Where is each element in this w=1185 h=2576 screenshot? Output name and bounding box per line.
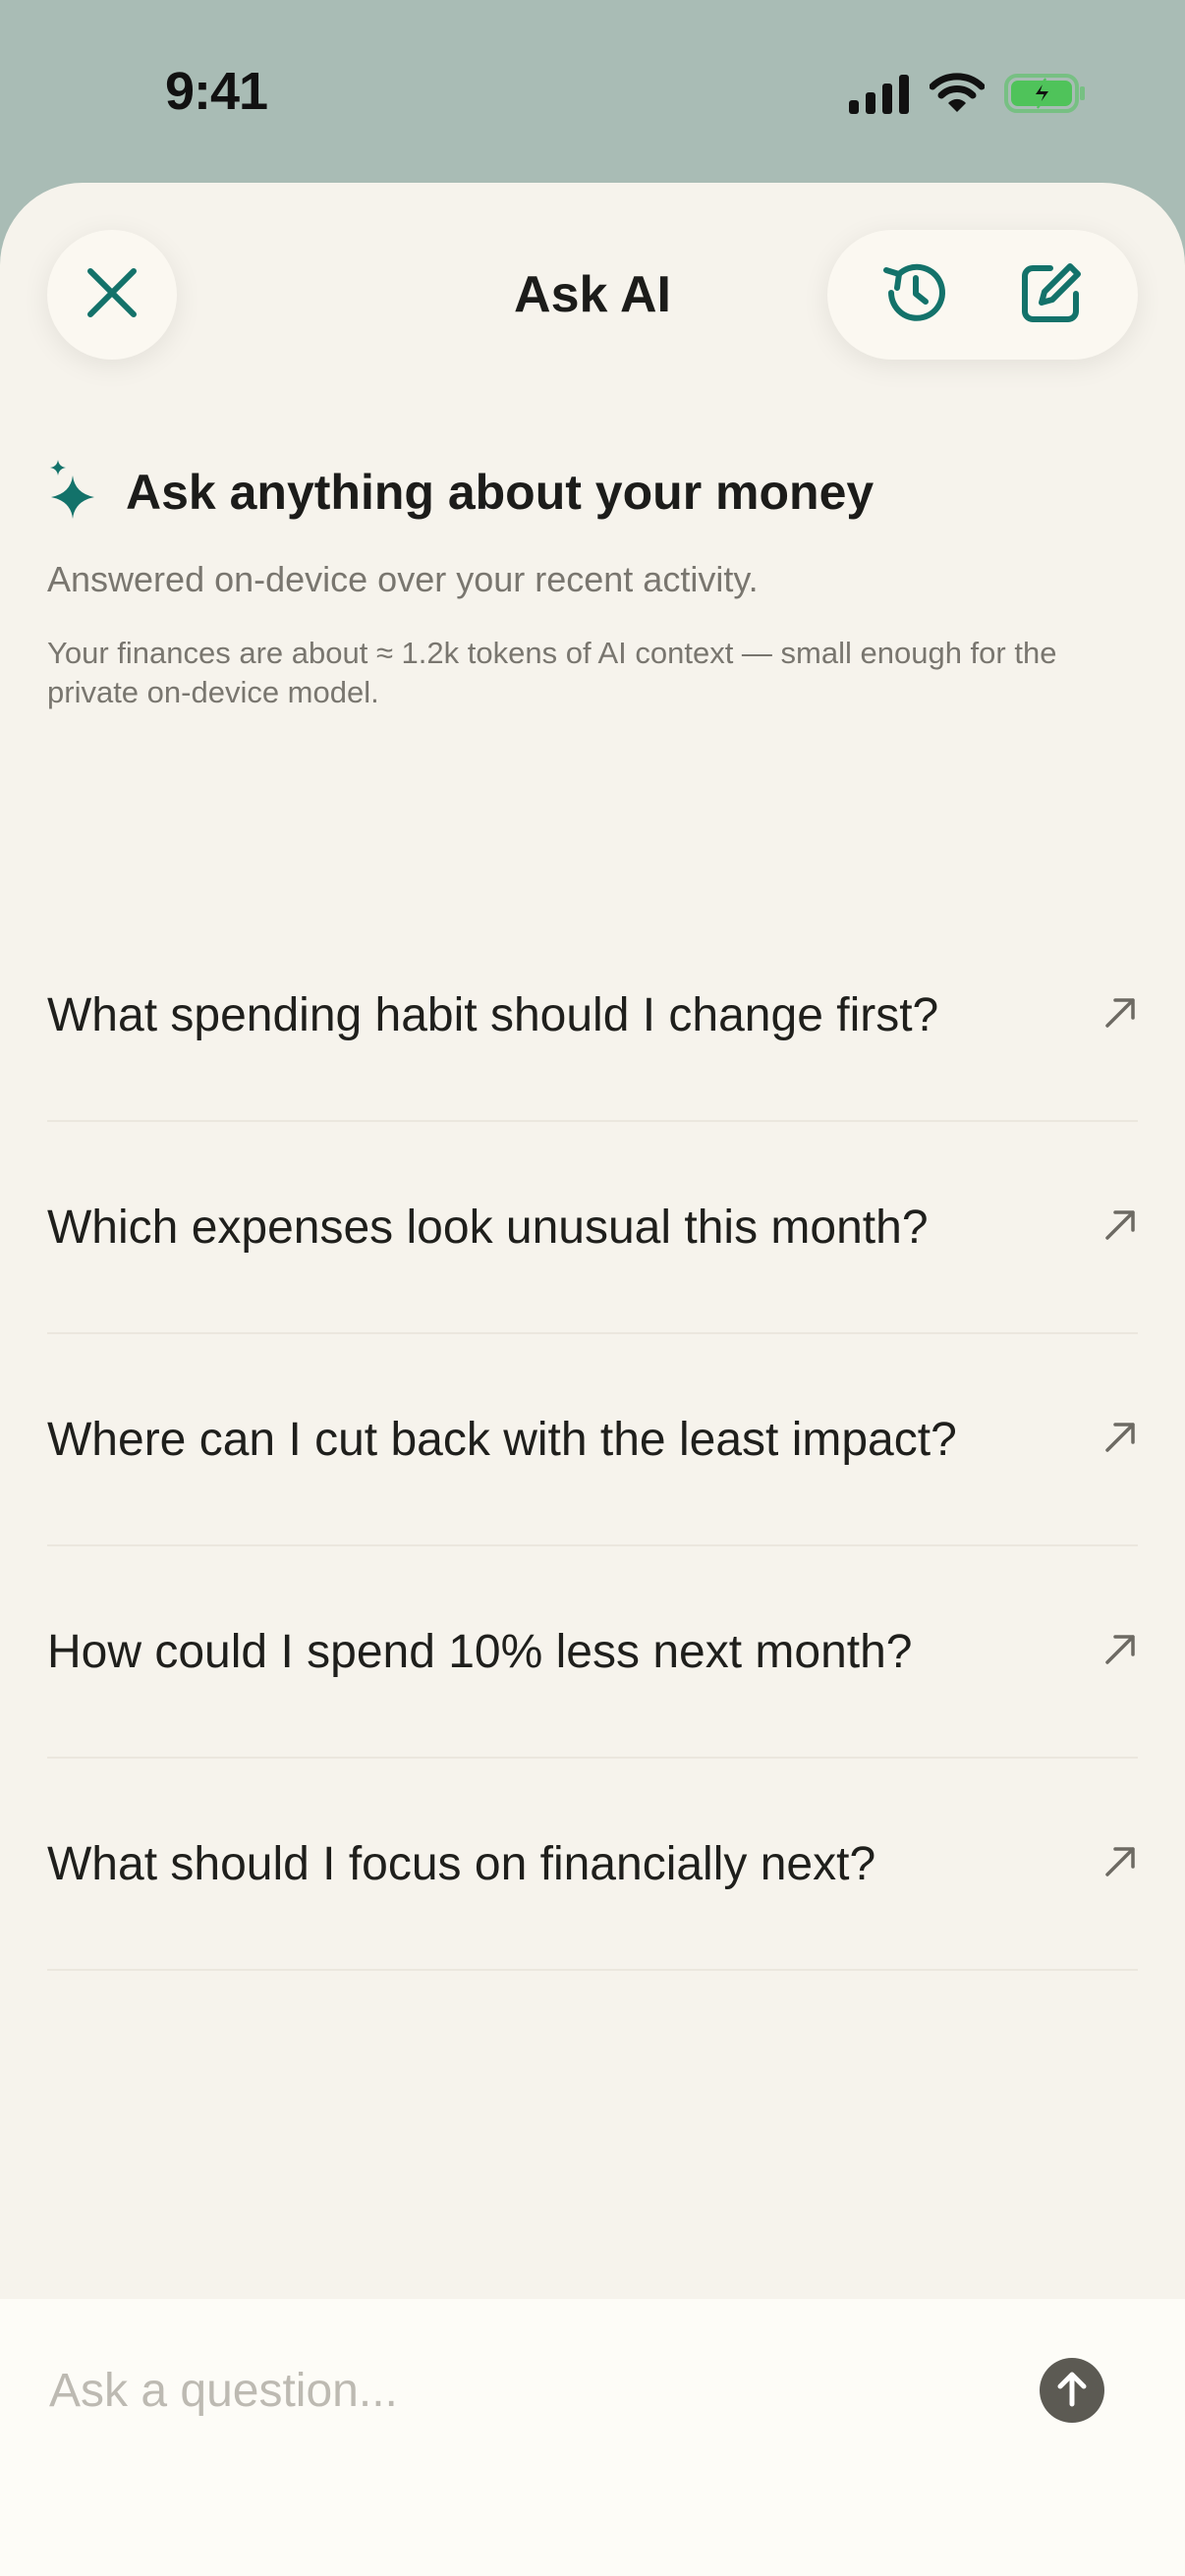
arrow-up-right-icon	[1102, 1207, 1138, 1248]
header-actions	[827, 230, 1138, 360]
intro-section: Ask anything about your money Answered o…	[47, 458, 1138, 712]
suggestion-label: What spending habit should I change firs…	[47, 988, 939, 1041]
history-icon	[878, 257, 949, 333]
wifi-icon	[929, 73, 986, 119]
question-input[interactable]	[47, 2350, 935, 2431]
intro-subtitle: Answered on-device over your recent acti…	[47, 559, 759, 599]
ask-ai-sheet: Ask AI Ask anything about your money Ans…	[0, 183, 1185, 2576]
send-button[interactable]	[1040, 2358, 1104, 2423]
suggestion-list: What spending habit should I change firs…	[47, 910, 1138, 1971]
composer-bar	[0, 2299, 1185, 2576]
suggestion-label: What should I focus on financially next?	[47, 1837, 876, 1890]
status-icons	[849, 73, 1087, 119]
intro-title: Ask anything about your money	[126, 464, 875, 520]
arrow-up-right-icon	[1102, 1420, 1138, 1460]
arrow-up-right-icon	[1102, 995, 1138, 1036]
status-time: 9:41	[165, 62, 268, 121]
cellular-signal-icon	[849, 73, 910, 119]
suggestion-item[interactable]: What spending habit should I change firs…	[47, 910, 1138, 1122]
arrow-up-icon	[1055, 2370, 1089, 2412]
compose-icon	[1018, 259, 1085, 331]
suggestion-label: Which expenses look unusual this month?	[47, 1201, 929, 1254]
suggestion-item[interactable]: What should I focus on financially next?	[47, 1759, 1138, 1971]
new-chat-button[interactable]	[997, 241, 1105, 349]
suggestion-label: Where can I cut back with the least impa…	[47, 1413, 957, 1466]
intro-heading: Ask anything about your money	[47, 458, 1138, 526]
history-button[interactable]	[860, 241, 968, 349]
arrow-up-right-icon	[1102, 1844, 1138, 1884]
battery-charging-icon	[1004, 73, 1087, 119]
sparkles-icon	[47, 458, 102, 526]
status-bar: 9:41	[0, 0, 1185, 187]
suggestion-item[interactable]: Which expenses look unusual this month?	[47, 1122, 1138, 1334]
arrow-up-right-icon	[1102, 1632, 1138, 1672]
suggestion-item[interactable]: How could I spend 10% less next month?	[47, 1546, 1138, 1759]
suggestion-label: How could I spend 10% less next month?	[47, 1625, 913, 1678]
suggestion-item[interactable]: Where can I cut back with the least impa…	[47, 1334, 1138, 1546]
context-size-note: Your finances are about ≈ 1.2k tokens of…	[47, 636, 1057, 709]
